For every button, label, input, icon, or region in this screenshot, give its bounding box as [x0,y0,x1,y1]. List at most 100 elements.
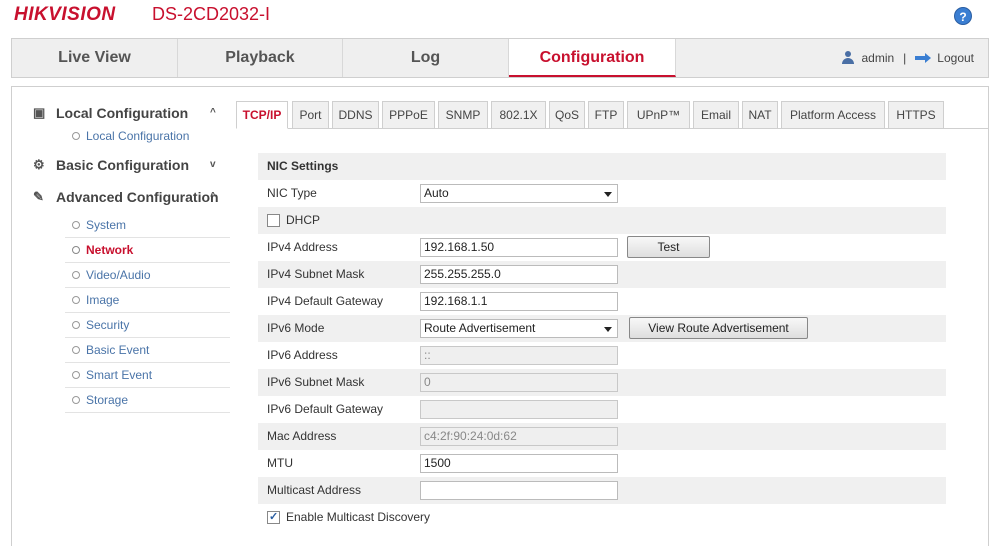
ipv6-mode-value: Route Advertisement [424,321,536,335]
chevron-up-icon[interactable]: ^ [210,181,216,213]
ipv4-address-field[interactable]: 192.168.1.50 [420,238,618,257]
ipv4-subnet-field[interactable]: 255.255.255.0 [420,265,618,284]
row-nic-type: NIC Type Auto [258,180,946,207]
ipv4-subnet-label: IPv4 Subnet Mask [267,267,365,281]
bullet-icon [72,221,80,229]
multicast-discovery-checkbox[interactable] [267,510,280,524]
wrench-icon: ✎ [33,189,44,204]
tab-live-view[interactable]: Live View [12,39,178,77]
sidebar-item-network[interactable]: Network [65,238,230,263]
tab-port[interactable]: Port [292,101,329,129]
tab-https[interactable]: HTTPS [888,101,944,129]
sidebar-item-storage[interactable]: Storage [65,388,230,413]
tab-qos[interactable]: QoS [549,101,585,129]
dhcp-label: DHCP [286,213,321,227]
sidebar-advanced-configuration[interactable]: ✎ Advanced Configuration ^ [20,181,230,213]
view-route-advertisement-button[interactable]: View Route Advertisement [629,317,808,339]
tab-log[interactable]: Log [343,39,509,77]
tab-8021x[interactable]: 802.1X [491,101,546,129]
sidebar-item-video-audio[interactable]: Video/Audio [65,263,230,288]
nic-type-value: Auto [424,186,449,200]
row-ipv6-address: IPv6 Address :: [258,342,946,369]
ipv4-address-label: IPv4 Address [267,240,338,254]
tab-configuration[interactable]: Configuration [509,39,676,77]
nic-settings-form: NIC Settings NIC Type Auto DHCP IPv4 Add… [258,153,946,531]
mac-address-field: c4:2f:90:24:0d:62 [420,427,618,446]
ipv4-gateway-label: IPv4 Default Gateway [267,294,384,308]
ipv4-gateway-field[interactable]: 192.168.1.1 [420,292,618,311]
row-multicast-discovery: Enable Multicast Discovery [258,504,946,531]
sidebar-local-label: Local Configuration [56,105,189,121]
sidebar-basic-label: Basic Configuration [56,157,190,173]
section-header: NIC Settings [258,153,946,180]
sidebar-item-local-configuration[interactable]: Local Configuration [65,124,230,149]
sidebar-item-label: Smart Event [86,368,153,382]
ipv6-mode-select[interactable]: Route Advertisement [420,319,618,338]
row-multicast-address: Multicast Address [258,477,946,504]
tab-ddns[interactable]: DDNS [332,101,379,129]
tab-nat[interactable]: NAT [742,101,778,129]
gear-icon: ⚙ [33,157,45,172]
ipv6-gateway-label: IPv6 Default Gateway [267,402,384,416]
sidebar-item-label: Network [86,243,134,257]
chevron-down-icon[interactable]: v [210,149,216,181]
sidebar-item-label: Basic Event [86,343,150,357]
row-ipv6-gateway: IPv6 Default Gateway [258,396,946,423]
nic-type-label: NIC Type [267,186,317,200]
tab-playback[interactable]: Playback [178,39,343,77]
row-mtu: MTU 1500 [258,450,946,477]
ipv6-subnet-field[interactable]: 0 [420,373,618,392]
sidebar-item-image[interactable]: Image [65,288,230,313]
sidebar-item-basic-event[interactable]: Basic Event [65,338,230,363]
brand-logo: HIKVISION [14,4,116,25]
dhcp-checkbox[interactable] [267,214,280,227]
row-ipv4-gateway: IPv4 Default Gateway 192.168.1.1 [258,288,946,315]
row-mac-address: Mac Address c4:2f:90:24:0d:62 [258,423,946,450]
tab-email[interactable]: Email [693,101,739,129]
row-dhcp: DHCP [258,207,946,234]
sidebar-item-system[interactable]: System [65,213,230,238]
bullet-icon [72,271,80,279]
sidebar-basic-configuration[interactable]: ⚙ Basic Configuration v [20,149,230,181]
tab-pppoe[interactable]: PPPoE [382,101,435,129]
section-title: NIC Settings [267,159,339,173]
header: HIKVISION DS-2CD2032-I ? [0,0,1000,32]
tab-tcpip[interactable]: TCP/IP [236,101,288,129]
username: admin [861,51,895,65]
ipv6-mode-label: IPv6 Mode [267,321,325,335]
ipv6-address-field[interactable]: :: [420,346,618,365]
bullet-icon [72,296,80,304]
dropdown-arrow-icon [604,327,612,332]
mtu-field[interactable]: 1500 [420,454,618,473]
tab-ftp[interactable]: FTP [588,101,624,129]
tab-platform-access[interactable]: Platform Access [781,101,885,129]
bullet-icon [72,371,80,379]
tab-snmp[interactable]: SNMP [438,101,488,129]
sidebar-item-label: Local Configuration [86,129,190,143]
bullet-icon [72,246,80,254]
user-separator: | [903,51,907,65]
sidebar-advanced-label: Advanced Configuration [56,189,219,205]
test-button[interactable]: Test [627,236,710,258]
sidebar-item-smart-event[interactable]: Smart Event [65,363,230,388]
sidebar-item-label: Video/Audio [86,268,151,282]
multicast-address-field[interactable] [420,481,618,500]
multicast-discovery-label: Enable Multicast Discovery [286,510,431,524]
nic-type-select[interactable]: Auto [420,184,618,203]
sidebar-item-security[interactable]: Security [65,313,230,338]
logout-link[interactable]: Logout [937,39,974,77]
mac-address-label: Mac Address [267,429,337,443]
row-ipv4-address: IPv4 Address 192.168.1.50 Test [258,234,946,261]
help-icon[interactable]: ? [954,7,972,25]
logout-icon[interactable] [915,53,932,63]
sidebar-item-label: System [86,218,127,232]
user-icon [841,51,855,65]
user-area: admin | Logout [841,39,974,77]
bullet-icon [72,396,80,404]
ipv6-gateway-field[interactable] [420,400,618,419]
bullet-icon [72,132,80,140]
sidebar-item-label: Storage [86,393,129,407]
sidebar-item-label: Image [86,293,120,307]
bullet-icon [72,346,80,354]
tab-upnp[interactable]: UPnP™ [627,101,690,129]
